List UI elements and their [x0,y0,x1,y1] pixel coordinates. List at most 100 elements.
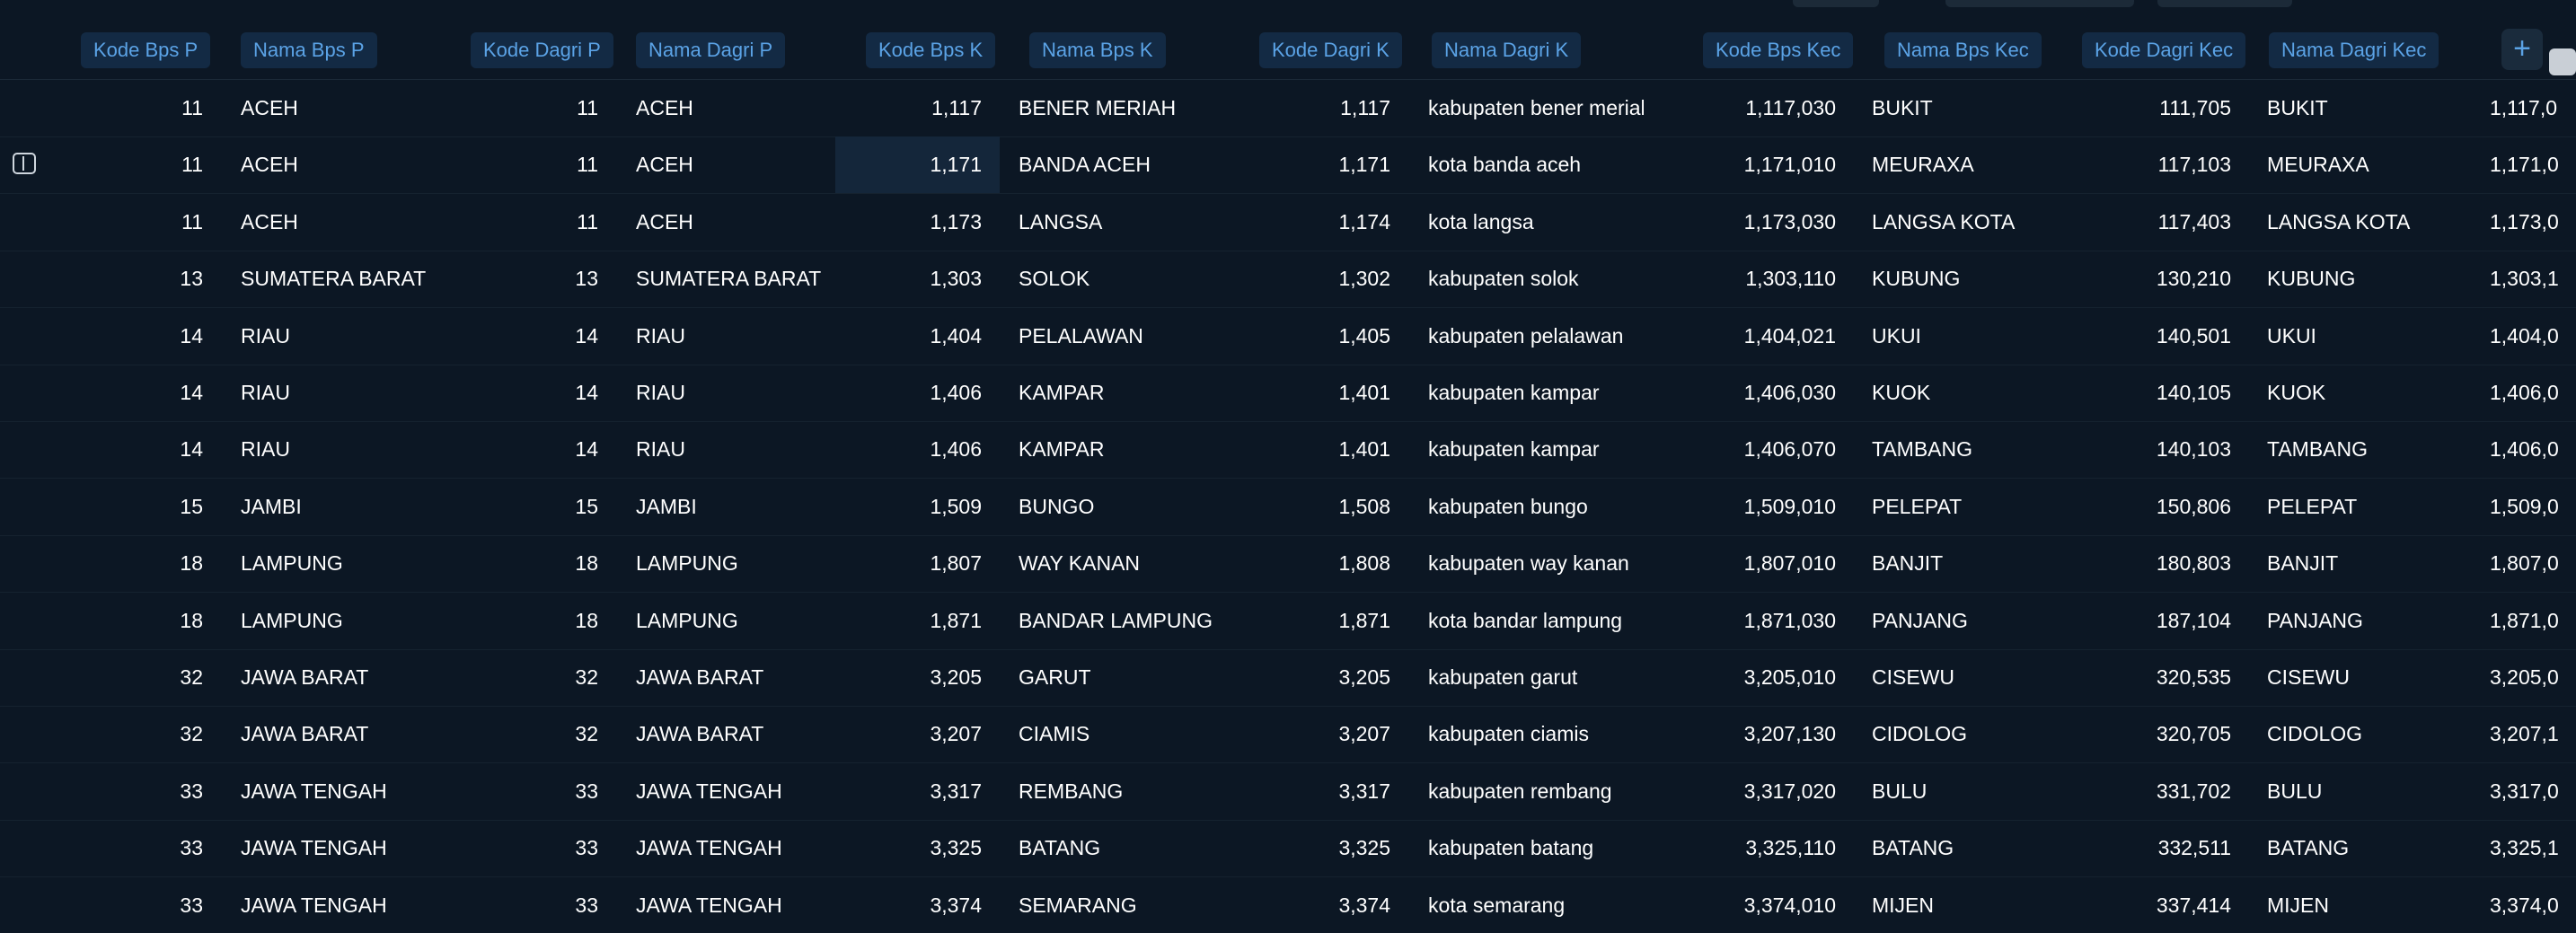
cell-nama-dagri-k[interactable]: kabupaten kampar [1428,365,1644,421]
cell-nama-dagri-k[interactable]: kabupaten ciamis [1428,706,1644,762]
cell-kode-dagri-p[interactable]: 32 [383,706,598,762]
cell-nama-dagri-k[interactable]: kabupaten garut [1428,649,1644,706]
column-header-kode-dagri-kec[interactable]: Kode Dagri Kec [2082,22,2246,79]
cell-nama-dagri-p[interactable]: ACEH [636,136,851,193]
cell-kode-dagri-p[interactable]: 33 [383,877,598,933]
table-row[interactable]: 33 JAWA TENGAH 33 JAWA TENGAH 3,374 SEMARANG 3… [0,877,2576,933]
cell-kode-dagri-kec[interactable]: 180,803 [2016,535,2231,592]
cell-nama-dagri-kec[interactable]: LANGSA KOTA [2267,194,2483,251]
cell-nama-dagri-k[interactable]: kabupaten bener meriah [1428,80,1644,136]
table-row[interactable]: 18 LAMPUNG 18 LAMPUNG 1,807 WAY KANAN 1,808 kab… [0,535,2576,594]
cell-kode-bps-kec[interactable]: 3,207,130 [1620,706,1836,762]
cell-kode-dagri-kec[interactable]: 320,535 [2016,649,2231,706]
cell-kode-dagri-kec[interactable]: 140,501 [2016,308,2231,365]
cell-nama-dagri-kec[interactable]: BULU [2267,763,2483,820]
cell-kode-dagri-kec[interactable]: 130,210 [2016,251,2231,307]
cell-nama-dagri-kec[interactable]: CIDOLOG [2267,706,2483,762]
table-row[interactable]: 14 RIAU 14 RIAU 1,406 KAMPAR 1,401 kabupaten ka… [0,421,2576,480]
cell-kode-bps-desa[interactable]: 1,406,0 [2490,421,2576,478]
toolbar-tab-2[interactable] [1945,0,2134,7]
cell-nama-dagri-k[interactable]: kabupaten kampar [1428,421,1644,478]
cell-kode-bps-desa[interactable]: 1,171,0 [2490,136,2576,193]
cell-kode-dagri-p[interactable]: 11 [383,80,598,136]
cell-kode-dagri-kec[interactable]: 140,105 [2016,365,2231,421]
cell-kode-dagri-k[interactable]: 1,401 [1175,421,1390,478]
cell-nama-dagri-k[interactable]: kabupaten batang [1428,820,1644,876]
cell-kode-bps-kec[interactable]: 1,117,030 [1620,80,1836,136]
cell-kode-dagri-kec[interactable]: 111,705 [2016,80,2231,136]
cell-kode-bps-k[interactable]: 1,509 [817,479,982,535]
cell-kode-bps-desa[interactable]: 1,509,0 [2490,479,2576,535]
cell-kode-bps-desa[interactable]: 1,406,0 [2490,365,2576,421]
toolbar-tab-3[interactable] [2157,0,2292,7]
cell-kode-dagri-k[interactable]: 1,808 [1175,535,1390,592]
cell-kode-dagri-p[interactable]: 11 [383,136,598,193]
cell-kode-bps-k[interactable]: 1,406 [817,365,982,421]
cell-kode-bps-desa[interactable]: 1,303,1 [2490,251,2576,307]
cell-nama-dagri-kec[interactable]: UKUI [2267,308,2483,365]
cell-kode-bps-k[interactable]: 1,404 [817,308,982,365]
table-row[interactable]: 13 SUMATERA BARAT 13 SUMATERA BARAT 1,303 SOL… [0,251,2576,309]
cell-nama-dagri-kec[interactable]: MIJEN [2267,877,2483,933]
cell-kode-bps-p[interactable]: 33 [0,763,203,820]
cell-kode-bps-k[interactable]: 1,117 [817,80,982,136]
cell-kode-dagri-kec[interactable]: 332,511 [2016,820,2231,876]
cell-nama-dagri-k[interactable]: kota banda aceh [1428,136,1644,193]
cell-kode-bps-kec[interactable]: 1,406,070 [1620,421,1836,478]
table-row[interactable]: 15 JAMBI 15 JAMBI 1,509 BUNGO 1,508 kabupaten b… [0,479,2576,536]
cell-nama-dagri-kec[interactable]: BATANG [2267,820,2483,876]
cell-kode-dagri-kec[interactable]: 117,403 [2016,194,2231,251]
cell-kode-bps-p[interactable]: 14 [0,308,203,365]
vertical-scrollbar-thumb[interactable] [2549,48,2576,75]
table-row[interactable]: 33 JAWA TENGAH 33 JAWA TENGAH 3,325 BATANG 3,3… [0,820,2576,878]
column-header-nama-bps-kec[interactable]: Nama Bps Kec [1884,22,2042,79]
column-header-kode-bps-kec[interactable]: Kode Bps Kec [1703,22,1854,79]
cell-kode-bps-desa[interactable]: 3,374,0 [2490,877,2576,933]
cell-kode-bps-desa[interactable]: 3,325,1 [2490,820,2576,876]
cell-kode-dagri-p[interactable]: 14 [383,308,598,365]
cell-kode-bps-kec[interactable]: 1,303,110 [1620,251,1836,307]
cell-kode-bps-k[interactable]: 1,173 [817,194,982,251]
cell-kode-dagri-kec[interactable]: 320,705 [2016,706,2231,762]
table-row[interactable]: 33 JAWA TENGAH 33 JAWA TENGAH 3,317 REMBANG 3,… [0,763,2576,821]
cell-kode-dagri-p[interactable]: 18 [383,593,598,649]
cell-kode-bps-k[interactable]: 1,171 [835,136,1000,194]
cell-kode-dagri-k[interactable]: 3,325 [1175,820,1390,876]
cell-kode-bps-kec[interactable]: 3,205,010 [1620,649,1836,706]
cell-nama-dagri-kec[interactable]: PANJANG [2267,593,2483,649]
cell-kode-bps-p[interactable]: 15 [0,479,203,535]
cell-kode-bps-k[interactable]: 1,871 [817,593,982,649]
cell-kode-dagri-k[interactable]: 1,871 [1175,593,1390,649]
cell-kode-dagri-kec[interactable]: 140,103 [2016,421,2231,478]
cell-nama-dagri-k[interactable]: kabupaten pelalawan [1428,308,1644,365]
cell-nama-dagri-kec[interactable]: CISEWU [2267,649,2483,706]
cell-kode-dagri-k[interactable]: 1,174 [1175,194,1390,251]
table-row[interactable]: 11 ACEH 11 ACEH 1,173 LANGSA 1,174 kota langsa 1… [0,194,2576,251]
cell-kode-dagri-p[interactable]: 11 [383,194,598,251]
cell-kode-dagri-kec[interactable]: 117,103 [2016,136,2231,193]
cell-kode-dagri-kec[interactable]: 187,104 [2016,593,2231,649]
cell-kode-bps-k[interactable]: 1,303 [817,251,982,307]
cell-kode-dagri-p[interactable]: 15 [383,479,598,535]
cell-kode-bps-desa[interactable]: 3,317,0 [2490,763,2576,820]
cell-kode-bps-kec[interactable]: 1,807,010 [1620,535,1836,592]
cell-nama-dagri-kec[interactable]: BUKIT [2267,80,2483,136]
column-header-nama-bps-k[interactable]: Nama Bps K [1029,22,1166,79]
cell-kode-dagri-p[interactable]: 18 [383,535,598,592]
cell-kode-bps-p[interactable]: 14 [0,421,203,478]
cell-kode-bps-desa[interactable]: 1,871,0 [2490,593,2576,649]
column-header-kode-bps-k[interactable]: Kode Bps K [866,22,996,79]
cell-kode-bps-p[interactable]: 18 [0,535,203,592]
table-row[interactable]: 32 JAWA BARAT 32 JAWA BARAT 3,207 CIAMIS 3,207… [0,706,2576,764]
cell-kode-bps-kec[interactable]: 1,404,021 [1620,308,1836,365]
cell-nama-dagri-kec[interactable]: KUOK [2267,365,2483,421]
cell-nama-dagri-k[interactable]: kabupaten bungo [1428,479,1644,535]
cell-kode-dagri-p[interactable]: 33 [383,820,598,876]
table-row[interactable]: 32 JAWA BARAT 32 JAWA BARAT 3,205 GARUT 3,205 k… [0,649,2576,707]
cell-kode-bps-k[interactable]: 1,406 [817,421,982,478]
cell-kode-bps-desa[interactable]: 1,117,0 [2490,80,2576,136]
cell-kode-bps-p[interactable]: 11 [0,80,203,136]
cell-kode-bps-kec[interactable]: 1,406,030 [1620,365,1836,421]
cell-kode-bps-k[interactable]: 3,374 [817,877,982,933]
cell-kode-bps-kec[interactable]: 1,871,030 [1620,593,1836,649]
